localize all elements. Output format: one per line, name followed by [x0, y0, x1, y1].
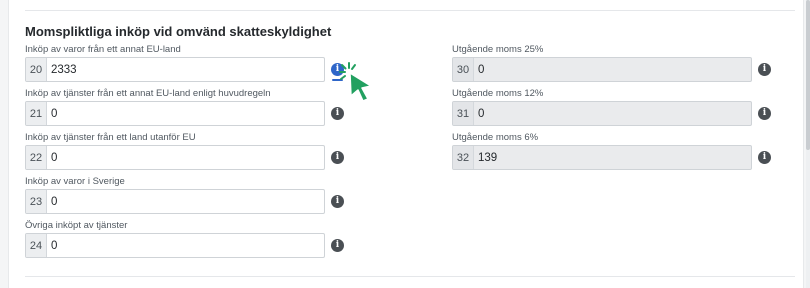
- field-20-code: 20: [26, 58, 47, 81]
- field-24-label: Övriga inköpt av tjänster: [25, 220, 128, 231]
- field-31-code: 31: [453, 102, 474, 125]
- info-icon[interactable]: i: [331, 239, 344, 252]
- field-22-label: Inköp av tjänster från ett land utanför …: [25, 132, 196, 143]
- field-32-value: 139: [478, 151, 498, 164]
- field-31-label: Utgående moms 12%: [452, 88, 544, 99]
- field-23-code: 23: [26, 190, 47, 213]
- field-22-input[interactable]: 0: [47, 146, 324, 169]
- info-icon[interactable]: i: [758, 151, 771, 164]
- field-20-label: Inköp av varor från ett annat EU-land: [25, 44, 181, 55]
- field-23-input[interactable]: 0: [47, 190, 324, 213]
- field-23[interactable]: 23 0: [25, 189, 325, 214]
- info-icon[interactable]: i: [331, 195, 344, 208]
- field-31: 31 0: [452, 101, 752, 126]
- field-21-label: Inköp av tjänster från ett annat EU-land…: [25, 88, 271, 99]
- field-22-code: 22: [26, 146, 47, 169]
- mouse-pointer-icon: [339, 62, 372, 102]
- field-24-code: 24: [26, 234, 47, 257]
- field-21-input[interactable]: 0: [47, 102, 324, 125]
- section-title: Momspliktliga inköp vid omvänd skattesky…: [25, 24, 332, 39]
- scrollbar[interactable]: [806, 0, 810, 288]
- field-22[interactable]: 22 0: [25, 145, 325, 170]
- field-20-input[interactable]: 2333: [47, 58, 324, 81]
- info-icon[interactable]: i: [331, 107, 344, 120]
- info-icon[interactable]: i: [758, 107, 771, 120]
- field-32: 32 139: [452, 145, 752, 170]
- field-21[interactable]: 21 0: [25, 101, 325, 126]
- field-30-code: 30: [453, 58, 474, 81]
- scrollbar-thumb[interactable]: [806, 0, 810, 150]
- field-24-input[interactable]: 0: [47, 234, 324, 257]
- field-32-label: Utgående moms 6%: [452, 132, 539, 143]
- info-icon[interactable]: i: [331, 151, 344, 164]
- field-31-value: 0: [478, 107, 485, 120]
- field-21-code: 21: [26, 102, 47, 125]
- field-30-value: 0: [478, 63, 485, 76]
- field-30-label: Utgående moms 25%: [452, 44, 544, 55]
- field-30: 30 0: [452, 57, 752, 82]
- info-icon[interactable]: i: [758, 63, 771, 76]
- divider: [25, 10, 795, 11]
- vat-return-card: Momspliktliga inköp vid omvänd skattesky…: [8, 0, 804, 288]
- field-20[interactable]: 20 2333: [25, 57, 325, 82]
- divider: [25, 276, 795, 277]
- field-23-label: Inköp av varor i Sverige: [25, 176, 125, 187]
- field-32-code: 32: [453, 146, 474, 169]
- field-24[interactable]: 24 0: [25, 233, 325, 258]
